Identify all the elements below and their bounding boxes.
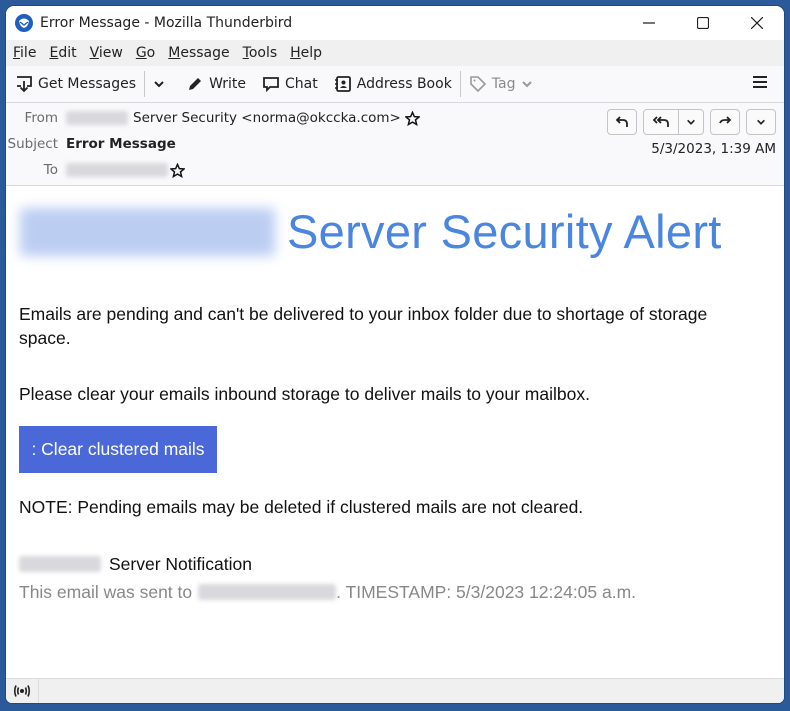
online-status-button[interactable] xyxy=(6,679,39,703)
menu-edit[interactable]: Edit xyxy=(49,45,76,61)
redacted-sender xyxy=(66,111,128,125)
menu-tools[interactable]: Tools xyxy=(243,45,278,61)
redacted-company xyxy=(19,556,101,572)
close-button[interactable] xyxy=(730,6,784,40)
chevron-down-icon xyxy=(757,119,765,125)
menu-message[interactable]: Message xyxy=(168,45,229,61)
reply-all-group xyxy=(643,109,704,135)
minimize-button[interactable] xyxy=(622,6,676,40)
alert-title: Server Security Alert xyxy=(287,205,722,258)
signature: Server Notification xyxy=(19,552,252,576)
broadcast-icon xyxy=(13,685,31,697)
address-book-icon xyxy=(334,76,351,92)
window-title: Error Message - Mozilla Thunderbird xyxy=(40,15,293,31)
redacted-email xyxy=(198,584,337,600)
more-actions-button[interactable] xyxy=(746,109,776,135)
to-row: To xyxy=(6,162,185,178)
get-messages-dropdown[interactable] xyxy=(153,78,170,90)
paragraph-storage: Emails are pending and can't be delivere… xyxy=(19,304,708,348)
note-text: NOTE: Pending emails may be deleted if c… xyxy=(19,497,584,517)
message-header: From Server Security <norma@okccka.com> … xyxy=(6,103,784,186)
write-button[interactable]: Write xyxy=(186,75,246,93)
app-menu-button[interactable] xyxy=(752,74,768,94)
title-bar: Error Message - Mozilla Thunderbird xyxy=(6,6,784,40)
reply-all-button[interactable] xyxy=(644,110,678,134)
forward-icon xyxy=(719,116,732,124)
subject-value: Error Message xyxy=(66,136,176,152)
main-toolbar: Get Messages Write Chat Address Book Tag xyxy=(6,66,784,103)
clear-clustered-mails-button[interactable]: : Clear clustered mails xyxy=(19,426,217,473)
message-body: Server Security Alert Emails are pending… xyxy=(6,186,784,684)
reply-button[interactable] xyxy=(607,109,637,135)
address-book-button[interactable]: Address Book xyxy=(334,75,452,93)
star-icon[interactable] xyxy=(404,110,420,126)
from-value[interactable]: Server Security <norma@okccka.com> xyxy=(133,110,401,126)
reply-all-icon xyxy=(652,116,669,127)
reply-all-dropdown[interactable] xyxy=(678,110,703,134)
menu-bar: File Edit View Go Message Tools Help xyxy=(6,40,784,66)
maximize-icon xyxy=(697,17,709,29)
pencil-icon xyxy=(189,78,202,90)
paragraph-clear: Please clear your emails inbound storage… xyxy=(19,384,590,404)
thunderbird-logo-icon xyxy=(15,14,33,32)
forward-button[interactable] xyxy=(710,109,740,135)
menu-go[interactable]: Go xyxy=(136,45,155,61)
redacted-recipient[interactable] xyxy=(66,163,168,177)
chat-icon xyxy=(263,77,279,93)
tag-button[interactable]: Tag xyxy=(469,75,538,93)
toolbar-separator xyxy=(144,71,146,97)
status-bar xyxy=(6,678,784,703)
reply-icon xyxy=(615,116,628,127)
message-actions xyxy=(601,109,776,135)
thunderbird-window: Error Message - Mozilla Thunderbird File… xyxy=(6,6,784,703)
to-label: To xyxy=(43,162,58,178)
footer-text: This email was sent to . TIMESTAMP: 5/3/… xyxy=(19,582,637,602)
maximize-button[interactable] xyxy=(676,6,730,40)
redacted-logo xyxy=(20,208,275,256)
close-icon xyxy=(751,17,763,29)
menu-file[interactable]: File xyxy=(13,45,36,61)
toolbar-separator xyxy=(459,71,461,97)
chat-button[interactable]: Chat xyxy=(262,75,318,93)
get-messages-button[interactable]: Get Messages xyxy=(15,75,136,93)
chevron-down-icon xyxy=(521,81,532,88)
star-icon[interactable] xyxy=(170,162,185,178)
chevron-down-icon xyxy=(687,119,695,125)
menu-view[interactable]: View xyxy=(90,45,123,61)
from-label: From xyxy=(24,110,58,126)
subject-label: Subject xyxy=(7,136,58,152)
chevron-down-icon xyxy=(154,81,164,88)
hamburger-menu-icon xyxy=(753,76,767,88)
menu-help[interactable]: Help xyxy=(290,45,322,61)
from-row: From Server Security <norma@okccka.com> xyxy=(6,110,420,126)
tag-icon xyxy=(469,76,486,93)
minimize-icon xyxy=(643,22,655,24)
message-date: 5/3/2023, 1:39 AM xyxy=(651,141,776,157)
download-icon xyxy=(17,76,32,93)
subject-row: Subject Error Message xyxy=(6,136,176,152)
